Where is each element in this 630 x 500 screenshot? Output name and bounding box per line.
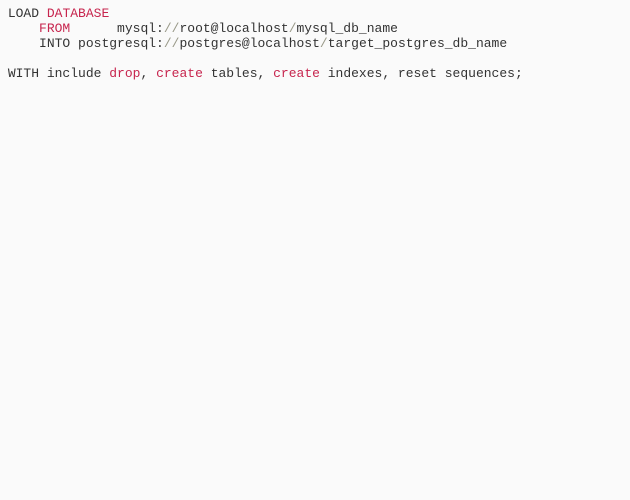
cm: // bbox=[164, 21, 180, 36]
t: indexes, reset sequences; bbox=[320, 66, 523, 81]
cm: / bbox=[320, 36, 328, 51]
t: INTO bbox=[39, 36, 70, 51]
t: root@localhost bbox=[179, 21, 288, 36]
t bbox=[0, 36, 39, 51]
t: WITH include bbox=[8, 66, 102, 81]
t: mysql: bbox=[117, 21, 164, 36]
t bbox=[0, 66, 8, 81]
t: mysql_db_name bbox=[297, 21, 398, 36]
kw-create: create bbox=[273, 66, 320, 81]
kw-from: FROM bbox=[39, 21, 70, 36]
t: tables, bbox=[203, 66, 273, 81]
t bbox=[70, 21, 117, 36]
t bbox=[0, 21, 39, 36]
kw-drop: drop bbox=[109, 66, 140, 81]
kw-create: create bbox=[156, 66, 203, 81]
code-block: LOAD DATABASE FROM mysql://root@localhos… bbox=[0, 0, 630, 81]
t: LOAD bbox=[8, 6, 39, 21]
kw-database: DATABASE bbox=[47, 6, 109, 21]
t: postgresql: bbox=[78, 36, 164, 51]
cm: / bbox=[289, 21, 297, 36]
t bbox=[0, 6, 8, 21]
t: , bbox=[140, 66, 156, 81]
cm: // bbox=[164, 36, 180, 51]
t: postgres@localhost bbox=[179, 36, 319, 51]
t: target_postgres_db_name bbox=[328, 36, 507, 51]
